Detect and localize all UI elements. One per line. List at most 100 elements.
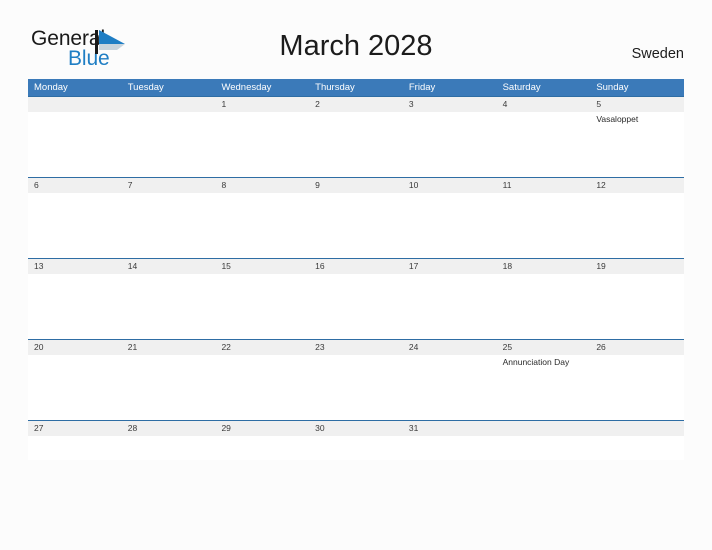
- day-of-week-header: Monday Tuesday Wednesday Thursday Friday…: [28, 79, 684, 96]
- day-cell[interactable]: [497, 193, 591, 258]
- day-of-week-friday: Friday: [408, 82, 436, 93]
- day-cell[interactable]: [590, 193, 684, 258]
- page-title: March 2028: [279, 30, 433, 62]
- day-cell[interactable]: [403, 436, 497, 460]
- week-date-band: 13 14 15 16 17 18 19: [28, 258, 684, 274]
- day-cell[interactable]: [497, 436, 591, 460]
- week-date-band: 6 7 8 9 10 11 12: [28, 177, 684, 193]
- week-row: 20 21 22 23 24 25 26 Annunciation Day: [28, 339, 684, 420]
- day-cell[interactable]: [215, 112, 309, 177]
- day-cell[interactable]: [122, 112, 216, 177]
- date-number[interactable]: 8: [215, 178, 309, 193]
- date-number[interactable]: 3: [403, 97, 497, 112]
- day-of-week-monday: Monday: [34, 82, 68, 93]
- day-cell[interactable]: [28, 436, 122, 460]
- calendar-grid: Monday Tuesday Wednesday Thursday Friday…: [28, 79, 684, 460]
- date-number[interactable]: 30: [309, 421, 403, 436]
- week-row: 6 7 8 9 10 11 12: [28, 177, 684, 258]
- day-cell[interactable]: [403, 193, 497, 258]
- week-row: 27 28 29 30 31: [28, 420, 684, 460]
- date-number[interactable]: 4: [497, 97, 591, 112]
- date-number[interactable]: 28: [122, 421, 216, 436]
- day-of-week-tuesday: Tuesday: [127, 82, 164, 93]
- date-number[interactable]: 10: [403, 178, 497, 193]
- event-label: Vasaloppet: [596, 114, 639, 124]
- date-number[interactable]: 19: [590, 259, 684, 274]
- day-cell[interactable]: [403, 355, 497, 420]
- event-label: Annunciation Day: [502, 357, 570, 367]
- day-cell[interactable]: [309, 112, 403, 177]
- country-label: Sweden: [631, 46, 684, 62]
- day-of-week-thursday: Thursday: [315, 82, 355, 93]
- day-cell[interactable]: [28, 274, 122, 339]
- day-cell[interactable]: [497, 274, 591, 339]
- date-number[interactable]: 1: [215, 97, 309, 112]
- date-number[interactable]: 24: [403, 340, 497, 355]
- date-number[interactable]: 14: [122, 259, 216, 274]
- day-cell[interactable]: [403, 274, 497, 339]
- date-number[interactable]: 22: [215, 340, 309, 355]
- date-number[interactable]: 7: [122, 178, 216, 193]
- date-number[interactable]: 16: [309, 259, 403, 274]
- calendar-page: General Blue March 2028 Sweden Monday Tu…: [0, 0, 712, 550]
- day-of-week-wednesday: Wednesday: [221, 82, 272, 93]
- date-number[interactable]: 20: [28, 340, 122, 355]
- day-cell[interactable]: [122, 274, 216, 339]
- day-cell[interactable]: [215, 274, 309, 339]
- day-cell[interactable]: [215, 355, 309, 420]
- week-row: 13 14 15 16 17 18 19: [28, 258, 684, 339]
- date-number[interactable]: 5: [590, 97, 684, 112]
- day-cell[interactable]: [590, 436, 684, 460]
- date-number[interactable]: [28, 97, 122, 112]
- date-number[interactable]: 2: [309, 97, 403, 112]
- day-cell[interactable]: [309, 355, 403, 420]
- date-number[interactable]: 23: [309, 340, 403, 355]
- week-event-row: Vasaloppet: [28, 112, 684, 177]
- day-cell[interactable]: [215, 193, 309, 258]
- week-event-row: [28, 193, 684, 258]
- day-cell[interactable]: [497, 112, 591, 177]
- day-of-week-saturday: Saturday: [502, 82, 541, 93]
- day-cell[interactable]: [28, 193, 122, 258]
- day-cell[interactable]: [590, 355, 684, 420]
- day-cell[interactable]: [403, 112, 497, 177]
- date-number[interactable]: 15: [215, 259, 309, 274]
- day-cell[interactable]: Vasaloppet: [590, 112, 684, 177]
- week-event-row: [28, 274, 684, 339]
- date-number[interactable]: 9: [309, 178, 403, 193]
- date-number[interactable]: 29: [215, 421, 309, 436]
- day-of-week-sunday: Sunday: [596, 82, 629, 93]
- date-number[interactable]: 11: [497, 178, 591, 193]
- day-cell[interactable]: [28, 112, 122, 177]
- week-row: 1 2 3 4 5 Vasaloppet: [28, 96, 684, 177]
- day-cell[interactable]: [122, 436, 216, 460]
- date-number[interactable]: 27: [28, 421, 122, 436]
- week-date-band: 27 28 29 30 31: [28, 420, 684, 436]
- date-number[interactable]: 25: [497, 340, 591, 355]
- date-number[interactable]: [590, 421, 684, 436]
- week-date-band: 1 2 3 4 5: [28, 96, 684, 112]
- date-number[interactable]: 26: [590, 340, 684, 355]
- day-cell[interactable]: [215, 436, 309, 460]
- date-number[interactable]: 18: [497, 259, 591, 274]
- day-cell[interactable]: [309, 274, 403, 339]
- date-number[interactable]: [122, 97, 216, 112]
- day-cell[interactable]: [28, 355, 122, 420]
- day-cell[interactable]: [122, 193, 216, 258]
- day-cell[interactable]: [122, 355, 216, 420]
- page-header: General Blue March 2028 Sweden: [0, 0, 712, 78]
- date-number[interactable]: 31: [403, 421, 497, 436]
- week-event-row: [28, 436, 684, 460]
- day-cell[interactable]: [590, 274, 684, 339]
- date-number[interactable]: 17: [403, 259, 497, 274]
- date-number[interactable]: 6: [28, 178, 122, 193]
- date-number[interactable]: 13: [28, 259, 122, 274]
- day-cell[interactable]: [309, 436, 403, 460]
- day-cell[interactable]: Annunciation Day: [497, 355, 591, 420]
- day-cell[interactable]: [309, 193, 403, 258]
- date-number[interactable]: [497, 421, 591, 436]
- date-number[interactable]: 21: [122, 340, 216, 355]
- week-date-band: 20 21 22 23 24 25 26: [28, 339, 684, 355]
- date-number[interactable]: 12: [590, 178, 684, 193]
- week-event-row: Annunciation Day: [28, 355, 684, 420]
